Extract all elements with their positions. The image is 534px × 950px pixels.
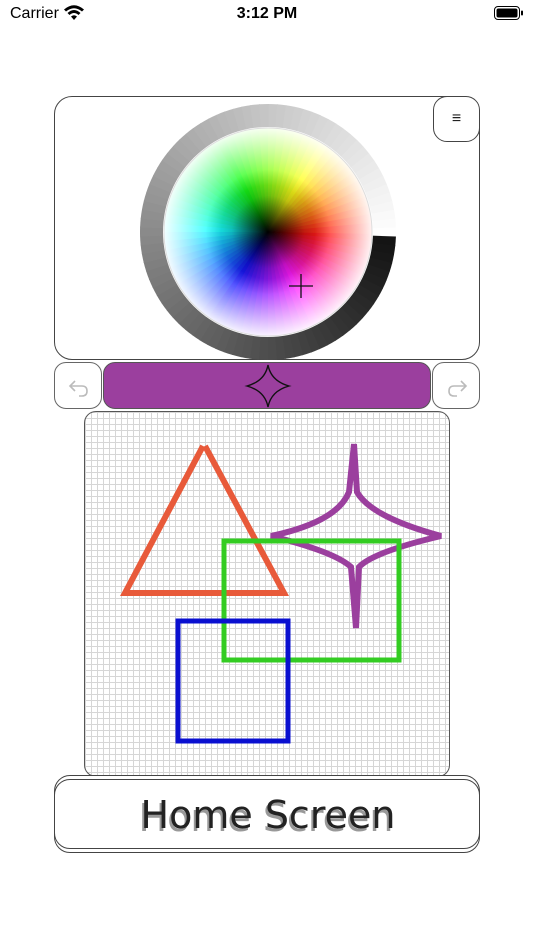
menu-button[interactable]: ≡ [433,96,480,142]
star-shape [270,443,442,629]
redo-arrow-icon [448,380,468,397]
status-bar: Carrier 3:12 PM [0,0,534,30]
triangle-shape [120,444,290,596]
drawing-layer [120,443,442,744]
blue-rect-shape [175,618,291,744]
color-wheel[interactable] [140,104,396,360]
menu-icon: ≡ [451,110,462,127]
home-screen-label: Home Screen [140,793,396,837]
sparkle-star-icon [244,364,292,408]
selected-tool-bar[interactable] [103,362,431,409]
undo-button[interactable] [54,362,102,409]
home-screen-button[interactable]: Home Screen [54,779,480,849]
undo-arrow-icon [68,380,88,397]
battery-icon [494,6,523,20]
clock: 3:12 PM [236,5,298,22]
redo-button[interactable] [432,362,480,409]
pixel-canvas[interactable] [84,411,450,777]
